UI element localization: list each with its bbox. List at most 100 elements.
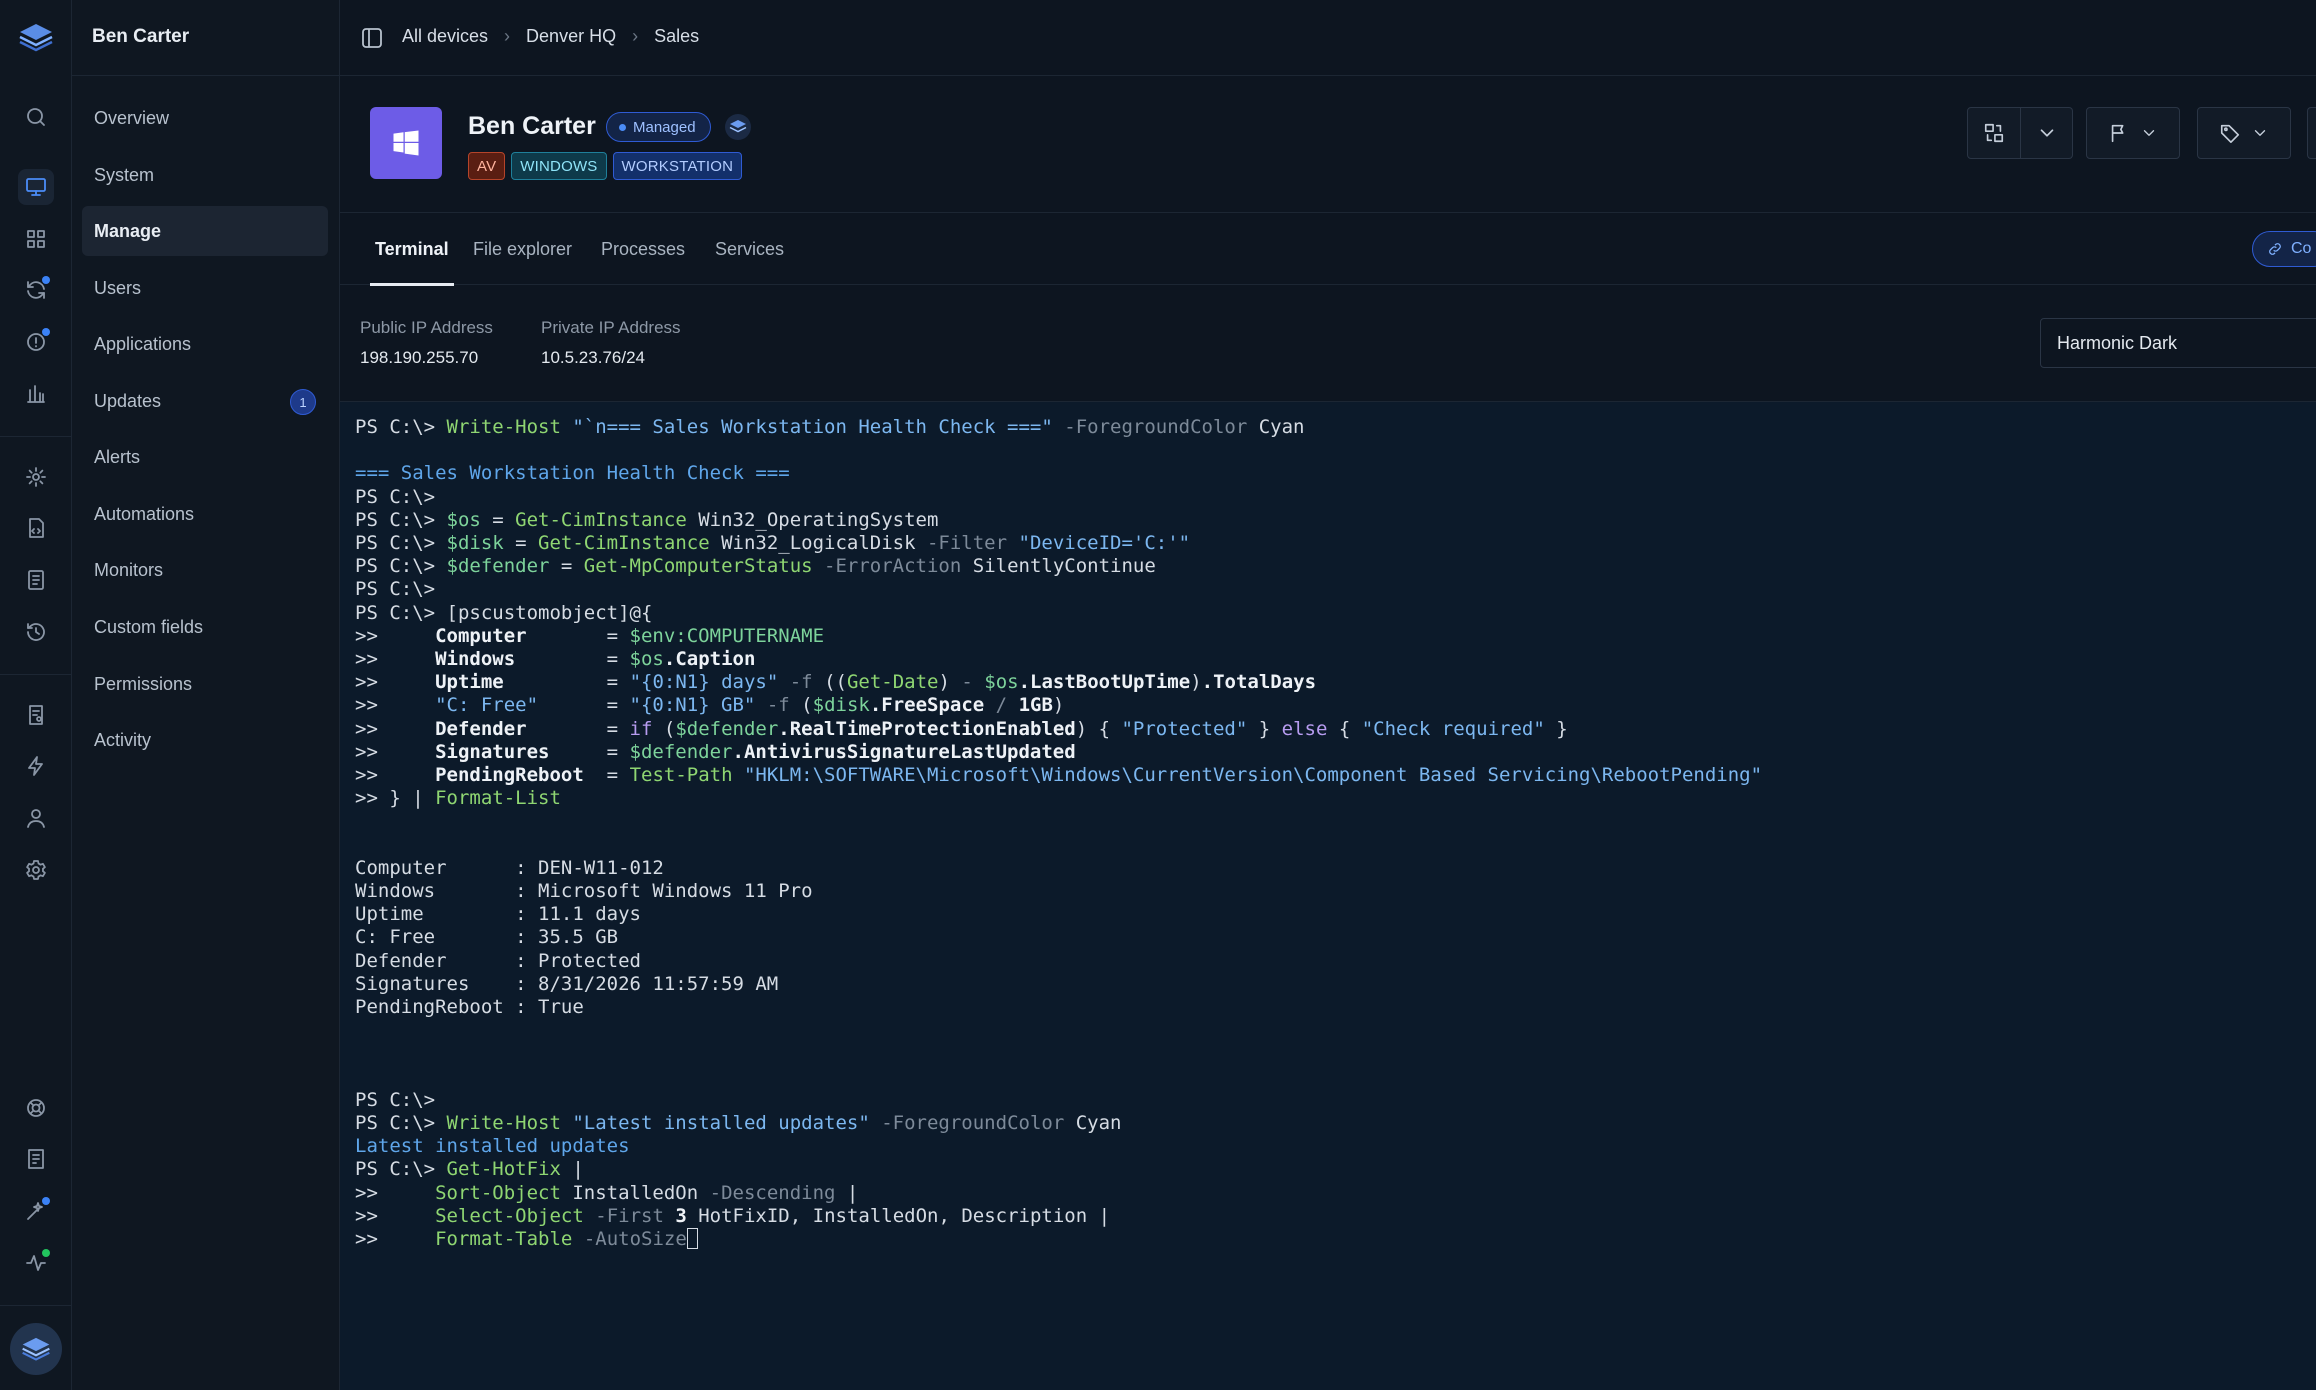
- app-logo-icon[interactable]: [18, 22, 54, 54]
- reports-icon[interactable]: [18, 376, 54, 412]
- support-icon[interactable]: [18, 1090, 54, 1126]
- tab-services[interactable]: Services: [715, 213, 784, 285]
- ai-sparkle-icon[interactable]: [18, 1193, 54, 1229]
- terminal-token: =: [526, 624, 630, 647]
- sidebar-item-system[interactable]: System: [82, 150, 328, 200]
- activity-icon[interactable]: [18, 1245, 54, 1281]
- terminal-token: |: [560, 1158, 584, 1181]
- sidebar-item-monitors[interactable]: Monitors: [82, 545, 328, 595]
- terminal-token: $defender: [629, 740, 733, 763]
- terminal-token: Write-Host: [446, 416, 561, 438]
- breadcrumb-all-devices[interactable]: All devices: [402, 26, 488, 47]
- sidebar-item-custom-fields[interactable]: Custom fields: [82, 602, 328, 652]
- flag-menu-button[interactable]: [2086, 107, 2180, 159]
- breadcrumb-denver-hq[interactable]: Denver HQ: [526, 26, 616, 47]
- chevron-down-icon[interactable]: [2021, 107, 2073, 159]
- terminal-token: Write-Host: [446, 1112, 561, 1134]
- more-button[interactable]: [2307, 107, 2316, 159]
- sidebar-item-updates[interactable]: Updates 1: [82, 376, 328, 426]
- sidebar-item-permissions[interactable]: Permissions: [82, 659, 328, 709]
- terminal-token: ): [1052, 694, 1065, 717]
- terminal-token: Get-HotFix: [446, 1158, 561, 1181]
- terminal-token: .TotalDays: [1201, 671, 1317, 694]
- terminal-token: Windows: [435, 648, 516, 671]
- user-icon[interactable]: [18, 800, 54, 836]
- terminal-line: >> Computer = $env:COMPUTERNAME: [355, 625, 2316, 648]
- sidebar-item-applications[interactable]: Applications: [82, 319, 328, 369]
- tag-av[interactable]: AV: [468, 152, 506, 180]
- sidebar-item-automations[interactable]: Automations: [82, 489, 328, 539]
- sidebar-item-alerts[interactable]: Alerts: [82, 432, 328, 482]
- terminal-token: >>: [355, 648, 436, 671]
- terminal-token: ): [938, 671, 962, 694]
- updates-count-badge: 1: [290, 389, 316, 415]
- apps-grid-icon[interactable]: [18, 221, 54, 257]
- toggle-sidebar-icon[interactable]: [360, 26, 384, 50]
- tag-button[interactable]: [2197, 107, 2291, 159]
- terminal-token: Format-List: [435, 787, 561, 810]
- tag-workstation[interactable]: WORKSTATION: [612, 152, 743, 180]
- sidebar-item-activity[interactable]: Activity: [82, 715, 328, 765]
- terminal-token: =: [480, 508, 516, 531]
- terminal-token: HotFixID, InstalledOn, Description |: [686, 1204, 1111, 1227]
- devices-icon[interactable]: [18, 169, 54, 205]
- more-actions-button[interactable]: [2307, 107, 2316, 159]
- notes-icon[interactable]: [18, 1141, 54, 1177]
- terminal-token: Computer : DEN-W11-012: [355, 856, 664, 879]
- remote-control-button[interactable]: [1967, 107, 2021, 159]
- terminal-token: |: [835, 1181, 859, 1204]
- managed-status-badge: Managed: [606, 112, 711, 142]
- flag-icon: [2111, 124, 2124, 143]
- sidebar-item-users[interactable]: Users: [82, 263, 328, 313]
- history-icon[interactable]: [18, 614, 54, 650]
- tab-terminal[interactable]: Terminal: [370, 213, 454, 286]
- tab-processes[interactable]: Processes: [601, 213, 685, 285]
- automation-icon[interactable]: [18, 748, 54, 784]
- terminal-token: "Protected": [1121, 717, 1248, 740]
- connect-button[interactable]: Co: [2252, 231, 2316, 267]
- terminal-token: Latest installed updates: [355, 1135, 630, 1158]
- alert-icon[interactable]: [18, 324, 54, 360]
- windows-icon: [370, 107, 442, 179]
- terminal-output[interactable]: PS C:\> Write-Host "`n=== Sales Workstat…: [340, 402, 2316, 1390]
- terminal-token: .RealTimeProtectionEnabled: [778, 717, 1076, 740]
- script-icon[interactable]: [18, 510, 54, 546]
- terminal-line: Uptime : 11.1 days: [355, 903, 2316, 926]
- tag-menu-button[interactable]: [2197, 107, 2291, 159]
- document-icon[interactable]: [18, 562, 54, 598]
- settings-icon[interactable]: [18, 852, 54, 888]
- terminal-token: ): [1190, 671, 1202, 694]
- terminal-line: >> Defender = if ($defender.RealTimeProt…: [355, 718, 2316, 741]
- breadcrumb: All devices › Denver HQ › Sales: [402, 26, 699, 47]
- terminal-line: PS C:\> Write-Host "Latest installed upd…: [355, 1112, 2316, 1135]
- terminal-token: C: Free : 35.5 GB: [355, 926, 619, 949]
- chevron-down-icon: [2254, 130, 2266, 136]
- sidebar-item-manage[interactable]: Manage: [82, 206, 328, 256]
- terminal-token: $disk: [812, 694, 870, 717]
- tab-file-explorer[interactable]: File explorer: [473, 213, 572, 285]
- terminal-line: >> Format-Table -AutoSize: [355, 1228, 2316, 1251]
- sync-icon[interactable]: [18, 272, 54, 308]
- breadcrumb-sales[interactable]: Sales: [654, 26, 699, 47]
- terminal-line: PS C:\>: [355, 1089, 2316, 1112]
- device-user-name: Ben Carter: [92, 26, 190, 47]
- workspace-avatar[interactable]: [10, 1323, 62, 1375]
- search-icon[interactable]: [18, 99, 54, 135]
- terminal-token: PS C:\>: [355, 485, 436, 508]
- settings-cog-icon[interactable]: [18, 459, 54, 495]
- terminal-token: -Filter: [926, 532, 1008, 554]
- terminal-token: =: [583, 764, 630, 787]
- terminal-line: >> PendingReboot = Test-Path "HKLM:\SOFT…: [355, 764, 2316, 787]
- flag-button[interactable]: [2086, 107, 2180, 159]
- terminal-token: PS C:\>: [355, 508, 447, 531]
- policy-icon[interactable]: [18, 697, 54, 733]
- terminal-token: PendingReboot: [435, 764, 584, 787]
- terminal-token: Get-Date: [846, 671, 939, 694]
- terminal-theme-select[interactable]: Harmonic Dark: [2040, 318, 2316, 368]
- sidebar-item-overview[interactable]: Overview: [82, 93, 328, 143]
- tag-windows[interactable]: WINDOWS: [511, 152, 607, 180]
- terminal-token: "{0:N1} days": [629, 671, 779, 694]
